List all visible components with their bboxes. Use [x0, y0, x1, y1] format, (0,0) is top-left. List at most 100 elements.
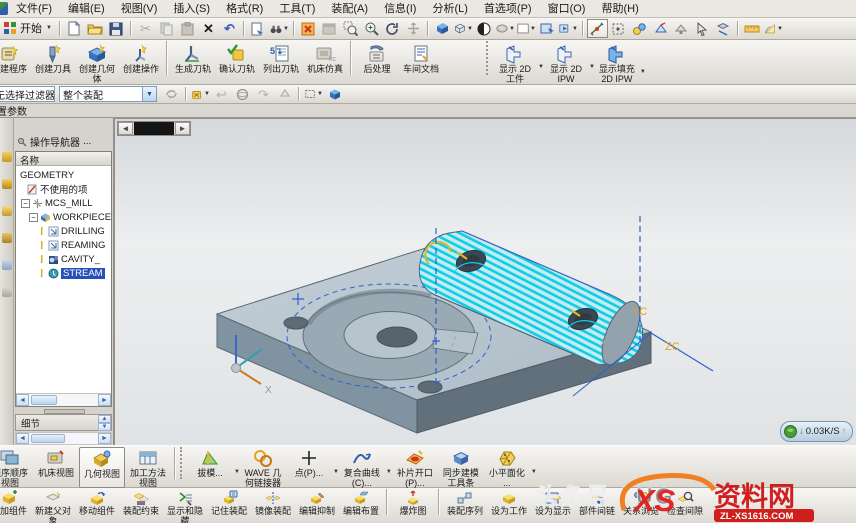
- filter-face-button[interactable]: [274, 85, 295, 104]
- copy-button[interactable]: [156, 19, 177, 38]
- graphics-window[interactable]: XC YC ZC Z Y X: [115, 118, 856, 445]
- geometry-view-button[interactable]: 几何视图: [79, 447, 125, 488]
- zoom-box-button[interactable]: [340, 19, 361, 38]
- shaded-view-button[interactable]: [432, 19, 453, 38]
- selection-scope-dropdown[interactable]: 整个装配 ▼: [59, 86, 157, 102]
- scroll-thumb[interactable]: [31, 395, 57, 405]
- machining-method-view-button[interactable]: 加工方法视图: [125, 447, 171, 488]
- show-2d-workpiece-button[interactable]: 显示 2D工件: [493, 41, 537, 84]
- undo-selection-button[interactable]: ↩: [211, 85, 232, 104]
- panel-splitter[interactable]: [14, 407, 113, 414]
- exploded-view-button[interactable]: 爆炸图: [391, 489, 435, 523]
- menu-analysis[interactable]: 分析(L): [424, 0, 475, 18]
- program-order-view-button[interactable]: 程序顺序视图: [0, 447, 33, 488]
- create-operation-button[interactable]: 创建操作: [119, 41, 163, 84]
- tree-row-cavity[interactable]: ! CAVITY_: [16, 252, 111, 266]
- snap-point-button[interactable]: [587, 19, 608, 38]
- create-geometry-button[interactable]: 创建几何体: [75, 41, 119, 84]
- list-toolpath-button[interactable]: 5↴ 列出刀轨: [259, 41, 303, 84]
- fit-view-button[interactable]: [298, 19, 319, 38]
- relations-browser-button[interactable]: 关系浏览: [619, 489, 663, 523]
- refresh-selection-button[interactable]: [161, 85, 182, 104]
- menu-help[interactable]: 帮助(H): [593, 0, 646, 18]
- navigator-column-header[interactable]: 名称: [16, 152, 111, 166]
- zoom-button[interactable]: [361, 19, 382, 38]
- interpart-link-button[interactable]: i 部件间链: [575, 489, 619, 523]
- assembly-constraints-button[interactable]: 装配约束: [119, 489, 163, 523]
- new-view-window-button[interactable]: [537, 19, 558, 38]
- menu-preferences[interactable]: 首选项(P): [476, 0, 540, 18]
- point-button[interactable]: 点(P)...: [286, 447, 332, 488]
- check-clearance-button[interactable]: 检查间隙: [663, 489, 707, 523]
- start-button[interactable]: 开始▼: [0, 19, 56, 38]
- move-component-button[interactable]: 移动组件: [75, 489, 119, 523]
- details-down-button[interactable]: ▼: [98, 423, 111, 431]
- synchronous-modeling-button[interactable]: 同步建模工具条: [438, 447, 484, 488]
- face-analysis-button[interactable]: ▼: [495, 19, 516, 38]
- tree-row-geometry[interactable]: GEOMETRY: [16, 168, 111, 182]
- menu-view[interactable]: 视图(V): [113, 0, 166, 18]
- tree-row-drilling[interactable]: ! DRILLING: [16, 224, 111, 238]
- tree-horizontal-scrollbar[interactable]: ◄ ►: [16, 393, 111, 406]
- draft-button[interactable]: 拔模...: [187, 447, 233, 488]
- undo-button[interactable]: ↶: [219, 19, 240, 38]
- tree-row-mcs-mill[interactable]: − MCS_MILL: [16, 196, 111, 210]
- tree-row-stream-selected[interactable]: ! STREAM: [16, 266, 111, 280]
- remember-constraints-button[interactable]: 记住装配: [207, 489, 251, 523]
- scroll-right-icon[interactable]: ►: [175, 122, 190, 135]
- add-component-button[interactable]: 添加组件: [0, 489, 31, 523]
- shop-documentation-button[interactable]: 车间文档: [399, 41, 443, 84]
- save-button[interactable]: [106, 19, 127, 38]
- snap-options-button[interactable]: ▼: [190, 85, 211, 104]
- constraint-navigator-tab[interactable]: [2, 179, 12, 189]
- menu-assemblies[interactable]: 装配(A): [323, 0, 376, 18]
- navigator-more-button[interactable]: ...: [83, 136, 91, 147]
- assembly-navigator-tab[interactable]: [2, 152, 12, 162]
- tree-row-workpiece[interactable]: − WORKPIECE: [16, 210, 111, 224]
- new-file-button[interactable]: [64, 19, 85, 38]
- view-layout-button[interactable]: ▼: [558, 19, 579, 38]
- details-horizontal-scrollbar[interactable]: ◄ ►: [15, 432, 112, 445]
- part-navigator-tab[interactable]: [2, 206, 12, 216]
- snap-quadrant-button[interactable]: [671, 19, 692, 38]
- redo-selection-button[interactable]: ↷: [253, 85, 274, 104]
- menu-format[interactable]: 格式(R): [218, 0, 271, 18]
- viewport-top-scrollbar[interactable]: ◄ ►: [117, 121, 191, 136]
- machine-tool-view-button[interactable]: 机床视图: [33, 447, 79, 488]
- facet-body-button[interactable]: 小平面化...: [484, 447, 530, 488]
- collapse-icon[interactable]: −: [21, 199, 30, 208]
- generate-toolpath-button[interactable]: 生成刀轨: [171, 41, 215, 84]
- background-button[interactable]: ▼: [516, 19, 537, 38]
- scroll-thumb[interactable]: [31, 434, 65, 443]
- scroll-left-icon[interactable]: ◄: [118, 122, 133, 135]
- rotate-view-button[interactable]: [382, 19, 403, 38]
- new-parent-button[interactable]: 新建父对象: [31, 489, 75, 523]
- collapse-icon[interactable]: −: [29, 213, 38, 222]
- machine-simulation-button[interactable]: kc 机床仿真: [303, 41, 347, 84]
- menu-information[interactable]: 信息(I): [376, 0, 424, 18]
- make-work-part-button[interactable]: 设为工作: [487, 489, 531, 523]
- menu-edit[interactable]: 编辑(E): [60, 0, 113, 18]
- details-up-button[interactable]: ▲: [98, 415, 111, 423]
- reuse-library-tab[interactable]: [2, 233, 12, 243]
- edit-arrangement-button[interactable]: 编辑布置: [339, 489, 383, 523]
- create-program-button[interactable]: 创建程序: [0, 41, 31, 84]
- render-style-button[interactable]: [474, 19, 495, 38]
- menu-file[interactable]: 文件(F): [8, 0, 60, 18]
- patch-opening-button[interactable]: 补片开口(P)...: [392, 447, 438, 488]
- scroll-right-icon[interactable]: ►: [98, 394, 111, 406]
- edit-suppression-button[interactable]: 编辑抑制: [295, 489, 339, 523]
- network-speed-widget[interactable]: ↓ 0.03K/S ↑: [780, 421, 853, 442]
- menu-window[interactable]: 窗口(O): [540, 0, 594, 18]
- create-tool-button[interactable]: 创建刀具: [31, 41, 75, 84]
- make-displayed-part-button[interactable]: 设为显示: [531, 489, 575, 523]
- tree-row-unused[interactable]: 不使用的项: [16, 182, 111, 196]
- zoom-window-disabled[interactable]: [319, 19, 340, 38]
- tree-row-reaming[interactable]: ! REAMING: [16, 238, 111, 252]
- hd3d-tool-tab[interactable]: [2, 260, 12, 270]
- snap-cube-button[interactable]: [608, 19, 629, 38]
- history-tab[interactable]: [2, 287, 12, 297]
- rectangle-select-button[interactable]: ▼: [303, 85, 324, 104]
- wave-geometry-linker-button[interactable]: WAVE 几何链接器: [240, 447, 286, 488]
- deselect-button[interactable]: [713, 19, 734, 38]
